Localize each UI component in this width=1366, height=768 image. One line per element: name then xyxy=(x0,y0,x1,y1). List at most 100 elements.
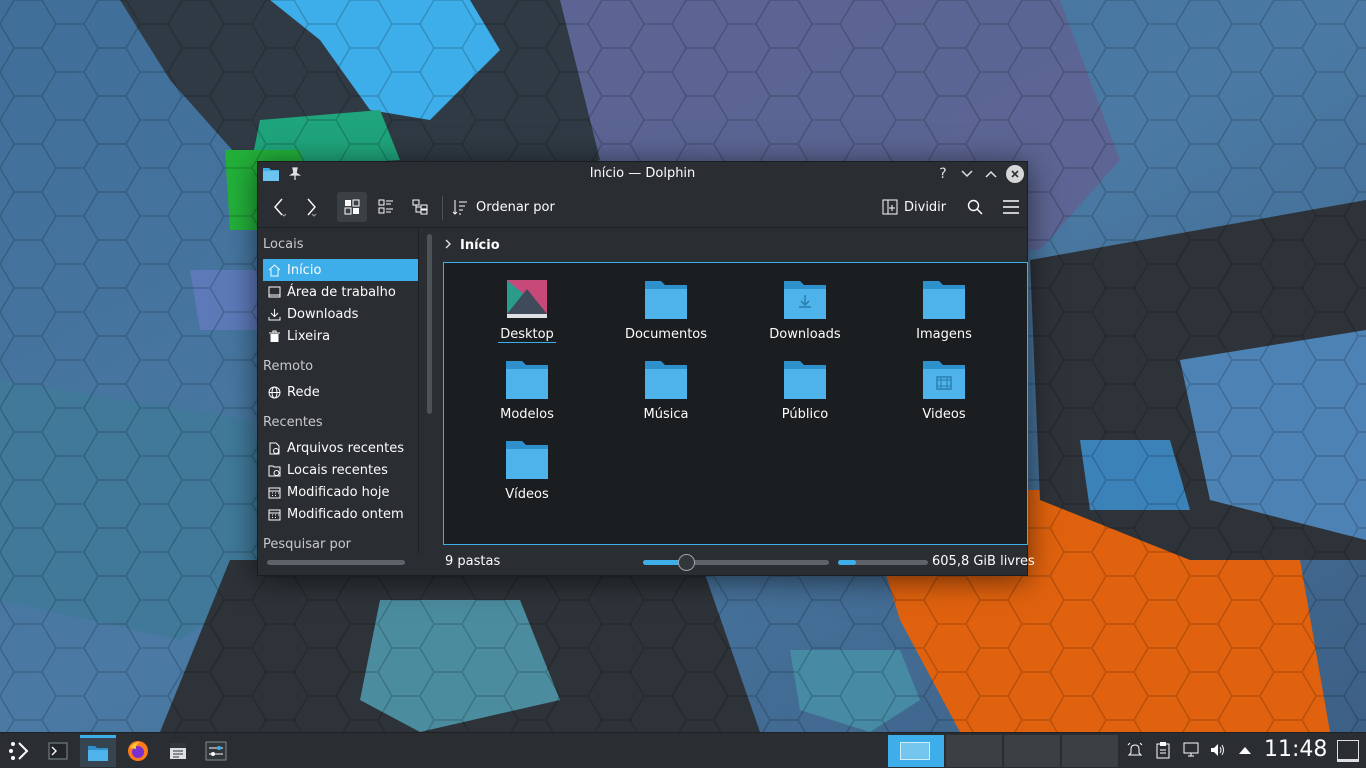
taskbar-konsole[interactable] xyxy=(40,735,76,767)
home-icon xyxy=(267,263,281,277)
network-icon xyxy=(267,385,281,399)
taskbar-system-settings[interactable] xyxy=(198,735,234,767)
file-item-videos[interactable]: Videos xyxy=(879,355,1009,427)
chevron-right-icon xyxy=(307,198,317,217)
breadcrumb-current[interactable]: Início xyxy=(460,238,500,253)
file-item-documentos[interactable]: Documentos xyxy=(601,275,731,347)
places-item-modificado-hoje[interactable]: Modificado hoje xyxy=(263,481,418,503)
details-view-button[interactable] xyxy=(405,192,435,222)
clipboard-icon[interactable] xyxy=(1154,741,1172,759)
places-panel: Locais Início Área de trabalho Downloads… xyxy=(258,229,419,554)
digital-clock[interactable]: 11:48 xyxy=(1264,737,1327,762)
desktop-3[interactable] xyxy=(1004,735,1060,767)
calendar-icon xyxy=(267,485,281,499)
notifications-icon[interactable] xyxy=(1126,741,1144,759)
folder-icon xyxy=(506,361,548,399)
application-launcher[interactable] xyxy=(2,735,38,767)
trash-icon xyxy=(267,329,281,343)
network-status-icon[interactable] xyxy=(1182,741,1200,759)
folder-icon xyxy=(645,361,687,399)
sidebar-horizontal-scrollbar[interactable] xyxy=(267,560,405,565)
sort-by-button[interactable]: Ordenar por xyxy=(452,192,564,222)
places-item-downloads[interactable]: Downloads xyxy=(263,303,418,325)
virtual-desktop-pager xyxy=(888,735,1120,767)
back-button[interactable] xyxy=(264,192,294,222)
folder-icon xyxy=(784,361,826,399)
folder-icon xyxy=(88,745,108,761)
search-icon xyxy=(967,199,983,215)
file-item-modelos[interactable]: Modelos xyxy=(462,355,592,427)
file-name: Desktop xyxy=(498,327,556,343)
close-button[interactable] xyxy=(1006,165,1024,183)
dolphin-window: Início — Dolphin ? Ordenar por Dividir L… xyxy=(257,161,1035,576)
desktop-1[interactable] xyxy=(888,735,944,767)
taskbar-dolphin[interactable] xyxy=(80,735,116,767)
disk-space-used xyxy=(838,560,856,565)
places-item-label: Lixeira xyxy=(287,328,331,344)
view-list-icon xyxy=(378,199,393,214)
file-item-imagens[interactable]: Imagens xyxy=(879,275,1009,347)
forward-button[interactable] xyxy=(296,192,326,222)
hamburger-menu-button[interactable] xyxy=(996,192,1026,222)
minimize-button[interactable] xyxy=(958,165,976,183)
maximize-button[interactable] xyxy=(982,165,1000,183)
sort-icon xyxy=(452,200,467,215)
terminal-icon xyxy=(48,742,68,760)
desktop-2[interactable] xyxy=(946,735,1002,767)
compact-view-button[interactable] xyxy=(371,192,401,222)
zoom-slider-handle[interactable] xyxy=(678,554,695,571)
chevron-right-icon xyxy=(444,238,452,253)
close-icon xyxy=(1011,170,1019,178)
taskbar-discover[interactable] xyxy=(160,735,196,767)
places-item-lixeira[interactable]: Lixeira xyxy=(263,325,418,347)
places-item-locais-recentes[interactable]: Locais recentes xyxy=(263,459,418,481)
folder-icon xyxy=(645,281,687,319)
icons-view-button[interactable] xyxy=(337,192,367,222)
recent-places-icon xyxy=(267,463,281,477)
search-button[interactable] xyxy=(960,192,990,222)
places-item-rede[interactable]: Rede xyxy=(263,381,418,403)
places-item-area-de-trabalho[interactable]: Área de trabalho xyxy=(263,281,418,303)
view-tree-icon xyxy=(412,199,428,215)
sidebar-vertical-scrollbar[interactable] xyxy=(427,234,432,414)
section-title-pesquisar: Pesquisar por xyxy=(263,537,352,552)
file-name: Público xyxy=(781,407,829,422)
free-space-label: 605,8 GiB livres xyxy=(932,554,1035,569)
file-name: Documentos xyxy=(624,327,708,342)
show-desktop-button[interactable] xyxy=(1337,740,1359,762)
desktop-folder-icon xyxy=(507,280,547,318)
volume-icon[interactable] xyxy=(1209,741,1227,759)
file-name: Downloads xyxy=(769,327,841,342)
file-item-musica[interactable]: Música xyxy=(601,355,731,427)
file-name: Imagens xyxy=(916,327,972,342)
file-item-downloads[interactable]: Downloads xyxy=(740,275,870,347)
breadcrumb[interactable]: Início xyxy=(444,235,500,255)
desktop-4[interactable] xyxy=(1062,735,1118,767)
folder-icon xyxy=(506,441,548,479)
split-button[interactable]: Dividir xyxy=(882,192,954,222)
taskbar-panel: 11:48 xyxy=(0,732,1366,768)
places-item-inicio[interactable]: Início xyxy=(263,259,418,281)
places-item-modificado-ontem[interactable]: Modificado ontem xyxy=(263,503,418,525)
file-item-publico[interactable]: Público xyxy=(740,355,870,427)
taskbar-firefox[interactable] xyxy=(120,735,156,767)
places-item-arquivos-recentes[interactable]: Arquivos recentes xyxy=(263,437,418,459)
file-name: Modelos xyxy=(500,407,554,422)
title-bar[interactable]: Início — Dolphin ? xyxy=(258,162,1027,186)
file-item-videos-2[interactable]: Vídeos xyxy=(462,435,592,507)
file-item-desktop[interactable]: Desktop xyxy=(462,275,592,347)
zoom-slider[interactable] xyxy=(643,554,829,571)
help-button[interactable]: ? xyxy=(934,165,952,183)
file-name: Vídeos xyxy=(505,487,549,502)
file-view[interactable]: Desktop Documentos Downloads Imagens Mod… xyxy=(443,262,1028,545)
kde-launcher-icon xyxy=(9,742,29,760)
folder-download-icon xyxy=(784,281,826,319)
store-icon xyxy=(170,743,186,759)
places-item-label: Modificado hoje xyxy=(287,484,390,500)
chevron-down-icon xyxy=(961,170,973,178)
calendar-icon xyxy=(267,507,281,521)
places-item-label: Início xyxy=(287,262,322,278)
places-item-label: Área de trabalho xyxy=(287,284,396,300)
places-item-label: Modificado ontem xyxy=(287,506,404,522)
tray-expand-icon[interactable] xyxy=(1236,741,1254,759)
